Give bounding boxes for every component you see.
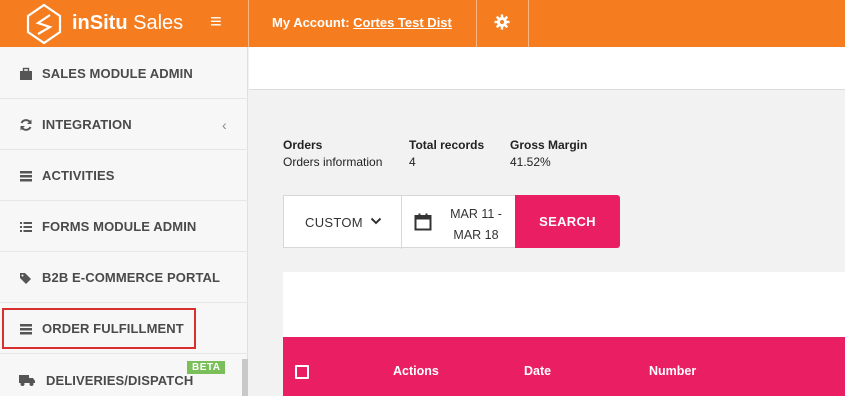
total-records-title: Total records xyxy=(409,138,485,152)
sidebar-scrollbar[interactable] xyxy=(242,359,248,396)
total-records-value: 4 xyxy=(409,155,416,169)
search-button[interactable]: SEARCH xyxy=(515,195,620,248)
select-all-checkbox[interactable] xyxy=(295,365,309,379)
gross-margin-summary: Gross Margin 41.52% xyxy=(510,138,587,169)
gross-margin-title: Gross Margin xyxy=(510,138,588,152)
truck-icon xyxy=(19,375,35,386)
range-type-select[interactable]: CUSTOM xyxy=(284,196,402,249)
sidebar-item-label: FORMS MODULE ADMIN xyxy=(42,219,197,234)
sidebar: SALES MODULE ADMIN INTEGRATION ‹ ACTIVIT… xyxy=(0,47,248,396)
column-header-number[interactable]: Number xyxy=(649,364,696,378)
briefcase-icon xyxy=(20,67,32,80)
date-range-text: MAR 11 - MAR 18 xyxy=(446,204,506,246)
divider xyxy=(476,0,477,47)
sidebar-item-label: DELIVERIES/DISPATCH xyxy=(46,372,194,388)
date-range-picker[interactable]: MAR 11 - MAR 18 xyxy=(402,196,516,249)
calendar-icon xyxy=(414,213,432,231)
account-info: My Account: Cortes Test Dist xyxy=(272,15,452,30)
tags-icon xyxy=(20,272,31,284)
date-range-start: MAR 11 - xyxy=(450,207,502,221)
orders-table-header: Actions Date Number xyxy=(283,337,845,396)
chevron-left-icon: ‹ xyxy=(222,116,227,133)
brand-name: inSitu Sales xyxy=(72,12,183,35)
chevron-down-icon xyxy=(370,217,382,225)
content-header xyxy=(249,47,845,90)
range-type-value: CUSTOM xyxy=(305,215,363,230)
sidebar-item-label: INTEGRATION xyxy=(42,117,132,132)
sidebar-item-b2b-ecommerce-portal[interactable]: B2B E-COMMERCE PORTAL xyxy=(0,253,248,303)
account-link[interactable]: Cortes Test Dist xyxy=(353,15,452,30)
list-icon xyxy=(20,170,32,181)
brand-name-bold: inSitu xyxy=(72,12,128,34)
sidebar-item-integration[interactable]: INTEGRATION ‹ xyxy=(0,100,248,150)
sidebar-item-label: ORDER FULFILLMENT xyxy=(42,321,184,336)
beta-badge: BETA xyxy=(187,361,226,374)
list-icon xyxy=(20,323,32,334)
gear-icon[interactable] xyxy=(494,14,510,30)
sidebar-item-label: SALES MODULE ADMIN xyxy=(42,66,193,81)
menu-toggle-icon[interactable]: ≡ xyxy=(210,12,222,32)
column-header-date[interactable]: Date xyxy=(524,364,551,378)
column-header-actions[interactable]: Actions xyxy=(393,364,439,378)
insitu-logo-icon xyxy=(26,3,62,45)
sidebar-item-label: ACTIVITIES xyxy=(42,168,115,183)
sidebar-item-deliveries-dispatch[interactable]: DELIVERIES/DISPATCH BETA xyxy=(0,355,248,396)
orders-title: Orders xyxy=(283,138,323,152)
brand-name-light: Sales xyxy=(127,12,184,34)
divider xyxy=(528,0,529,47)
gross-margin-value: 41.52% xyxy=(510,155,551,169)
sidebar-item-order-fulfillment[interactable]: ORDER FULFILLMENT xyxy=(0,304,248,354)
sidebar-item-sales-module-admin[interactable]: SALES MODULE ADMIN xyxy=(0,49,248,99)
orders-subtitle: Orders information xyxy=(283,155,383,169)
sidebar-item-forms-module-admin[interactable]: FORMS MODULE ADMIN xyxy=(0,202,248,252)
sidebar-item-label: B2B E-COMMERCE PORTAL xyxy=(42,270,221,285)
account-prefix: My Account: xyxy=(272,15,354,30)
date-filter: CUSTOM MAR 11 - MAR 18 xyxy=(283,195,516,249)
bullet-list-icon xyxy=(20,221,32,232)
sidebar-item-activities[interactable]: ACTIVITIES xyxy=(0,151,248,201)
top-bar: inSitu Sales ≡ My Account: Cortes Test D… xyxy=(0,0,845,47)
divider xyxy=(248,0,249,47)
refresh-icon xyxy=(20,118,32,131)
total-records-summary: Total records 4 xyxy=(409,138,484,169)
date-range-end: MAR 18 xyxy=(453,228,499,242)
orders-summary: Orders Orders information xyxy=(283,138,382,169)
